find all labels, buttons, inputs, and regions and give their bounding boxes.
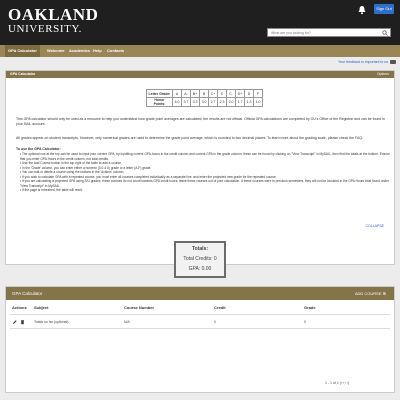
row-course-number: N/A [124, 320, 130, 324]
honor-points-cell: 2.3 [217, 97, 227, 107]
honor-points-cell: 2.7 [208, 97, 218, 107]
feedback-link[interactable]: Your feedback is important to us [338, 60, 388, 64]
letter-grade-cell: B+ [190, 89, 200, 98]
info-panel-header: GPA Calculator Options [6, 71, 394, 78]
honor-points-row: Honor Points: 4.0 3.7 3.3 3.0 2.7 2.3 2.… [146, 97, 263, 107]
search-input[interactable] [268, 29, 380, 36]
pagination-text: 1 - 1 of 1 [325, 381, 339, 385]
row-grade[interactable]: 0 [304, 320, 306, 324]
honor-points-cell: 3.0 [199, 97, 209, 107]
prev-page-icon[interactable]: ‹ [343, 381, 344, 385]
calculator-title: GPA Calculator [12, 291, 43, 296]
totals-title: Totals: [191, 246, 209, 252]
row-credit[interactable]: 0 [214, 320, 216, 324]
site-header: OAKLAND UNIVERSITY. Sign Out [0, 0, 400, 45]
howto-title: To use the GPA Calculator: [16, 147, 61, 151]
main-nav: GPA Calculator Welcome Academics Help Co… [0, 45, 400, 57]
row-subject: Totals so far (optional) [34, 320, 69, 324]
feedback-icon[interactable] [390, 60, 396, 65]
honor-points-cell: 3.7 [181, 97, 191, 107]
honor-points-cell: 1.7 [235, 97, 245, 107]
honor-points-cell: 1.3 [244, 97, 254, 107]
plus-icon: ⊞ [382, 291, 386, 296]
letter-grade-cell: A [172, 89, 182, 98]
honor-points-cell: 2.0 [226, 97, 236, 107]
row-divider [10, 328, 390, 329]
add-course-button[interactable]: ADD COURSE ⊞ [355, 287, 386, 300]
letter-grade-cell: C [217, 89, 227, 98]
letter-grade-cell: B [199, 89, 209, 98]
letter-grade-cell: D [244, 89, 254, 98]
column-header-course-number: Course Number [124, 305, 155, 310]
collapse-link[interactable]: COLLAPSE [366, 224, 384, 228]
pagination: 1 - 1 of 1 |‹ ‹ › ›| [325, 381, 349, 385]
column-header-subject: Subject [34, 305, 49, 310]
info-panel-title: GPA Calculator [10, 72, 36, 76]
gpa-calculator-panel: GPA Calculator ADD COURSE ⊞ Actions Subj… [5, 286, 395, 393]
grade-scale-table: Letter Grade: A A- B+ B C+ C C- D+ D F H… [146, 89, 263, 107]
howto-list: The optional row at the top can be used … [20, 152, 392, 193]
nav-welcome[interactable]: Welcome [47, 45, 65, 57]
delete-icon[interactable] [20, 319, 25, 325]
search-icon[interactable] [382, 30, 388, 36]
letter-grade-cell: C+ [208, 89, 218, 98]
total-credits: Total Credits: 0 [183, 256, 217, 262]
feedback-bar: Your feedback is important to us [0, 60, 396, 65]
disclaimer-text: This GPA calculator should only be used … [16, 117, 386, 126]
honor-points-cell: 3.3 [190, 97, 200, 107]
howto-item: If you are calculating a projected GPA u… [20, 179, 392, 188]
logo-text-top: OAKLAND [8, 5, 99, 24]
howto-item: If the page is refreshed, the table will… [20, 188, 392, 193]
header-divider [10, 314, 390, 315]
honor-points-cell: 4.0 [172, 97, 182, 107]
last-page-icon[interactable]: ›| [347, 381, 349, 385]
search-box [267, 28, 391, 37]
column-header-credit: Credit [214, 305, 226, 310]
totals-box: Totals: Total Credits: 0 GPA: 0.00 [174, 241, 226, 278]
grading-info-text: All grades appear on student transcripts… [16, 136, 364, 140]
first-page-icon[interactable]: |‹ [340, 381, 342, 385]
sign-out-button[interactable]: Sign Out [374, 4, 394, 14]
options-link[interactable]: Options [377, 71, 389, 78]
letter-grade-cell: C- [226, 89, 236, 98]
howto-item: The optional row at the top can be used … [20, 152, 392, 161]
nav-academics[interactable]: Academics [69, 45, 90, 57]
nav-gpa-calculator[interactable]: GPA Calculator [5, 45, 40, 57]
edit-icon[interactable] [12, 319, 17, 325]
letter-grade-row: Letter Grade: A A- B+ B C+ C C- D+ D F [146, 89, 263, 98]
add-course-label: ADD COURSE [354, 291, 382, 296]
oakland-logo[interactable]: OAKLAND UNIVERSITY. [8, 6, 98, 35]
column-header-actions: Actions [12, 305, 27, 310]
total-gpa: GPA: 0.00 [188, 266, 212, 272]
letter-grade-cell: F [253, 89, 263, 98]
info-panel: GPA Calculator Options Letter Grade: A A… [5, 70, 395, 265]
logo-text-bottom: UNIVERSITY. [8, 23, 82, 35]
column-header-grade: Grade [304, 305, 316, 310]
nav-contacts[interactable]: Contacts [107, 45, 124, 57]
calculator-header: GPA Calculator ADD COURSE ⊞ [6, 287, 394, 300]
letter-grade-cell: D+ [235, 89, 245, 98]
nav-help[interactable]: Help [93, 45, 102, 57]
letter-grade-label: Letter Grade: [146, 89, 173, 98]
honor-points-label: Honor Points: [146, 97, 173, 107]
honor-points-cell: 1.0 [253, 97, 263, 107]
letter-grade-cell: A- [181, 89, 191, 98]
bell-icon[interactable] [357, 5, 367, 15]
